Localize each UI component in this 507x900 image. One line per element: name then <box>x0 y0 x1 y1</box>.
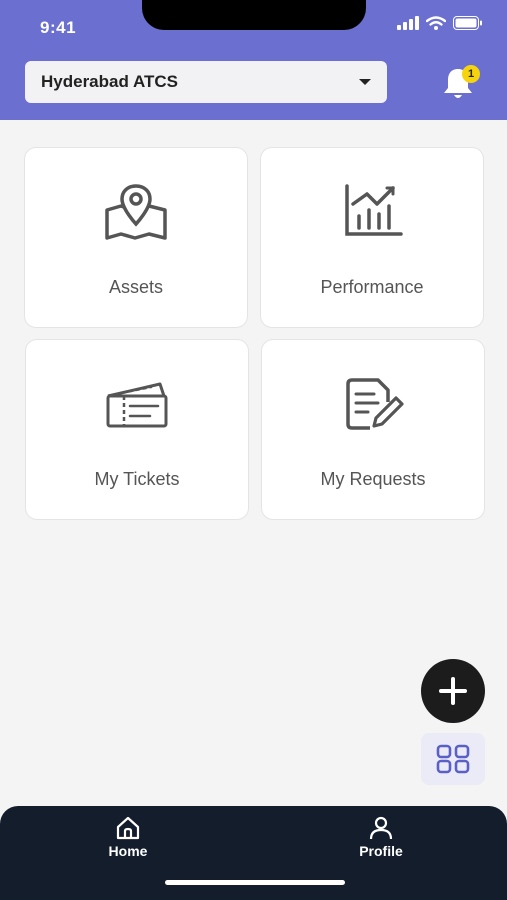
tile-assets[interactable]: Assets <box>24 147 248 328</box>
app-header: 9:41 Hyderabad ATCS <box>0 0 507 120</box>
home-icon <box>116 816 140 840</box>
ticket-icon <box>106 382 168 428</box>
add-button[interactable] <box>421 659 485 723</box>
tile-performance[interactable]: Performance <box>260 147 484 328</box>
plus-icon <box>439 677 467 705</box>
status-time: 9:41 <box>40 18 77 37</box>
bottom-nav: Home Profile <box>0 806 507 900</box>
tile-my-tickets[interactable]: My Tickets <box>25 339 249 520</box>
nav-profile[interactable]: Profile <box>336 816 426 859</box>
grid-icon <box>436 744 470 774</box>
tile-label: My Tickets <box>94 469 180 489</box>
location-select-value: Hyderabad ATCS <box>41 72 178 91</box>
tile-my-requests[interactable]: My Requests <box>261 339 485 520</box>
device-notch <box>142 0 366 30</box>
notification-badge: 1 <box>462 65 480 83</box>
nav-profile-label: Profile <box>359 843 403 859</box>
nav-home[interactable]: Home <box>83 816 173 859</box>
tile-label: Performance <box>320 277 424 297</box>
wifi-icon <box>426 16 446 30</box>
chart-icon <box>345 184 403 236</box>
document-edit-icon <box>346 378 404 430</box>
tile-label: Assets <box>108 277 164 297</box>
person-icon <box>369 816 393 840</box>
signal-icon <box>397 16 419 30</box>
tile-label: My Requests <box>320 469 426 489</box>
menu-grid-button[interactable] <box>421 733 485 785</box>
battery-icon <box>453 16 482 30</box>
home-indicator <box>165 880 345 885</box>
nav-home-label: Home <box>108 843 148 859</box>
status-icons <box>397 16 483 30</box>
map-pin-icon <box>105 184 167 240</box>
chevron-down-icon <box>359 79 371 85</box>
location-select[interactable]: Hyderabad ATCS <box>25 61 387 103</box>
